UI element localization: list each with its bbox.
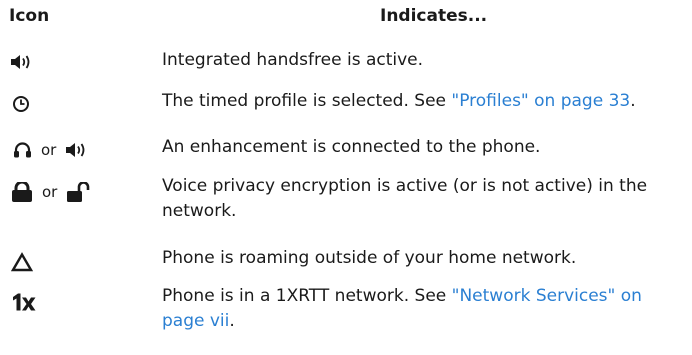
headset-icon: [13, 141, 32, 159]
1x-icon: [11, 292, 37, 312]
lock-closed-icon: [11, 182, 33, 202]
description-period: .: [630, 91, 636, 111]
profiles-page-link[interactable]: "Profiles" on page 33: [451, 91, 630, 111]
roaming-triangle-icon: [11, 252, 33, 272]
row-description: Voice privacy encryption is active (or i…: [162, 176, 648, 221]
speaker-icon: [65, 141, 88, 159]
or-separator: or: [41, 141, 57, 159]
or-separator: or: [42, 183, 58, 201]
indicates-column-header: Indicates...: [380, 6, 488, 26]
icon-column-header: Icon: [9, 6, 50, 26]
row-description: Phone is in a 1XRTT network. See "Networ…: [162, 284, 688, 334]
description-period: .: [229, 311, 235, 331]
description-text: The timed profile is selected. See: [162, 91, 452, 111]
clock-icon: [12, 95, 30, 113]
row-description: Integrated handsfree is active.: [162, 50, 424, 70]
lock-open-icon: [66, 182, 90, 202]
row-description: The timed profile is selected. See "Prof…: [162, 89, 688, 114]
row-description: Phone is roaming outside of your home ne…: [162, 248, 577, 268]
row-description: An enhancement is connected to the phone…: [162, 137, 541, 157]
description-text: Phone is in a 1XRTT network. See: [162, 286, 452, 306]
speaker-icon: [10, 53, 33, 71]
